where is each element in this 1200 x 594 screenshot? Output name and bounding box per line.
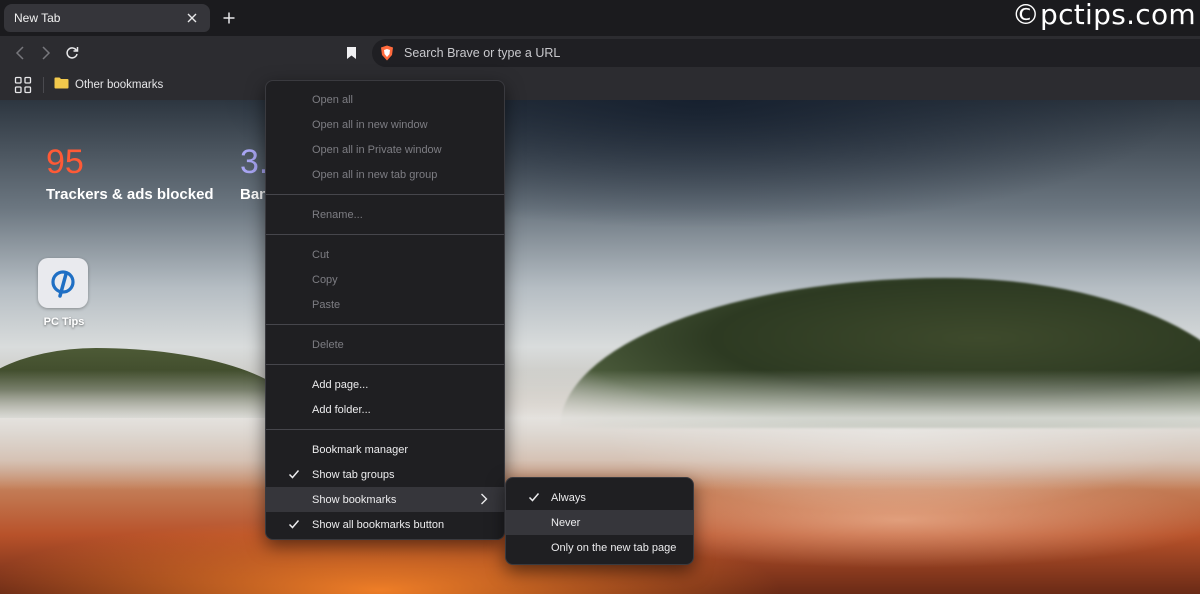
menu-item-rename[interactable]: Rename... [266, 202, 504, 227]
tab-new-tab[interactable]: New Tab [4, 4, 210, 32]
tile-label: PC Tips [43, 316, 85, 328]
omnibox[interactable]: Search Brave or type a URL [372, 39, 1200, 67]
bookmark-folder-label: Other bookmarks [75, 79, 164, 91]
brave-shield-icon[interactable] [378, 44, 396, 62]
submenu-item-never[interactable]: Never [506, 510, 693, 535]
checkmark-icon [288, 468, 300, 480]
menu-item-label: Paste [312, 298, 341, 311]
show-bookmarks-submenu: Always Never Only on the new tab page [505, 477, 694, 565]
menu-item-open-all-private-window[interactable]: Open all in Private window [266, 137, 504, 162]
menu-item-paste[interactable]: Paste [266, 292, 504, 317]
menu-item-label: Always [551, 491, 586, 504]
menu-separator [266, 364, 504, 365]
menu-separator [266, 194, 504, 195]
bookmark-context-menu: Open all Open all in new window Open all… [265, 80, 505, 540]
menu-item-label: Copy [312, 273, 338, 286]
menu-item-open-all[interactable]: Open all [266, 87, 504, 112]
toolbar: Search Brave or type a URL [0, 36, 1200, 70]
tab-strip: New Tab ©pctips.com [0, 0, 1200, 36]
plus-icon[interactable] [219, 8, 239, 28]
menu-item-show-tab-groups[interactable]: Show tab groups [266, 462, 504, 487]
stat-trackers-blocked: 95 Trackers & ads blocked [46, 142, 214, 203]
watermark: ©pctips.com [1011, 0, 1196, 31]
menu-item-label: Bookmark manager [312, 443, 408, 456]
menu-item-show-bookmarks[interactable]: Show bookmarks [266, 487, 504, 512]
menu-item-label: Rename... [312, 208, 363, 221]
menu-item-open-all-new-window[interactable]: Open all in new window [266, 112, 504, 137]
submenu-item-always[interactable]: Always [506, 485, 693, 510]
menu-item-label: Never [551, 516, 581, 529]
menu-separator [266, 324, 504, 325]
menu-item-label: Add folder... [312, 403, 371, 416]
folder-icon [54, 76, 69, 94]
menu-item-label: Delete [312, 338, 344, 351]
stat-value: 95 [46, 143, 84, 181]
menu-item-cut[interactable]: Cut [266, 242, 504, 267]
menu-item-delete[interactable]: Delete [266, 332, 504, 357]
forward-icon[interactable] [34, 42, 58, 64]
search-input[interactable]: Search Brave or type a URL [404, 46, 560, 60]
bookmark-folder-other[interactable]: Other bookmarks [54, 75, 163, 95]
divider [43, 77, 44, 93]
menu-item-open-all-tab-group[interactable]: Open all in new tab group [266, 162, 504, 187]
bookmarks-bar: Other bookmarks [0, 70, 1200, 100]
background-mist [0, 370, 1200, 490]
menu-item-label: Cut [312, 248, 330, 261]
bookmark-icon[interactable] [339, 42, 363, 64]
reload-icon[interactable] [60, 42, 84, 64]
menu-item-add-page[interactable]: Add page... [266, 372, 504, 397]
submenu-item-only-new-tab-page[interactable]: Only on the new tab page [506, 535, 693, 560]
stat-label: Trackers & ads blocked [46, 186, 214, 203]
menu-item-label: Show tab groups [312, 468, 395, 481]
top-site-tile[interactable]: PC Tips [38, 258, 90, 328]
menu-separator [266, 429, 504, 430]
menu-item-label: Only on the new tab page [551, 541, 677, 554]
apps-grid-icon[interactable] [14, 76, 32, 94]
menu-item-label: Show all bookmarks button [312, 518, 445, 531]
menu-item-show-all-bookmarks-button[interactable]: Show all bookmarks button [266, 512, 504, 537]
checkmark-icon [528, 491, 540, 503]
menu-separator [266, 234, 504, 235]
close-icon[interactable] [184, 10, 200, 26]
menu-item-label: Open all [312, 93, 353, 106]
menu-item-bookmark-manager[interactable]: Bookmark manager [266, 437, 504, 462]
chevron-right-icon [480, 493, 490, 505]
back-icon[interactable] [8, 42, 32, 64]
pctips-logo-icon[interactable] [38, 258, 88, 308]
tab-title: New Tab [14, 11, 61, 25]
menu-item-add-folder[interactable]: Add folder... [266, 397, 504, 422]
menu-item-label: Show bookmarks [312, 493, 397, 506]
menu-item-copy[interactable]: Copy [266, 267, 504, 292]
menu-item-label: Add page... [312, 378, 369, 391]
menu-item-label: Open all in Private window [312, 143, 442, 156]
checkmark-icon [288, 518, 300, 530]
menu-item-label: Open all in new tab group [312, 168, 438, 181]
menu-item-label: Open all in new window [312, 118, 428, 131]
